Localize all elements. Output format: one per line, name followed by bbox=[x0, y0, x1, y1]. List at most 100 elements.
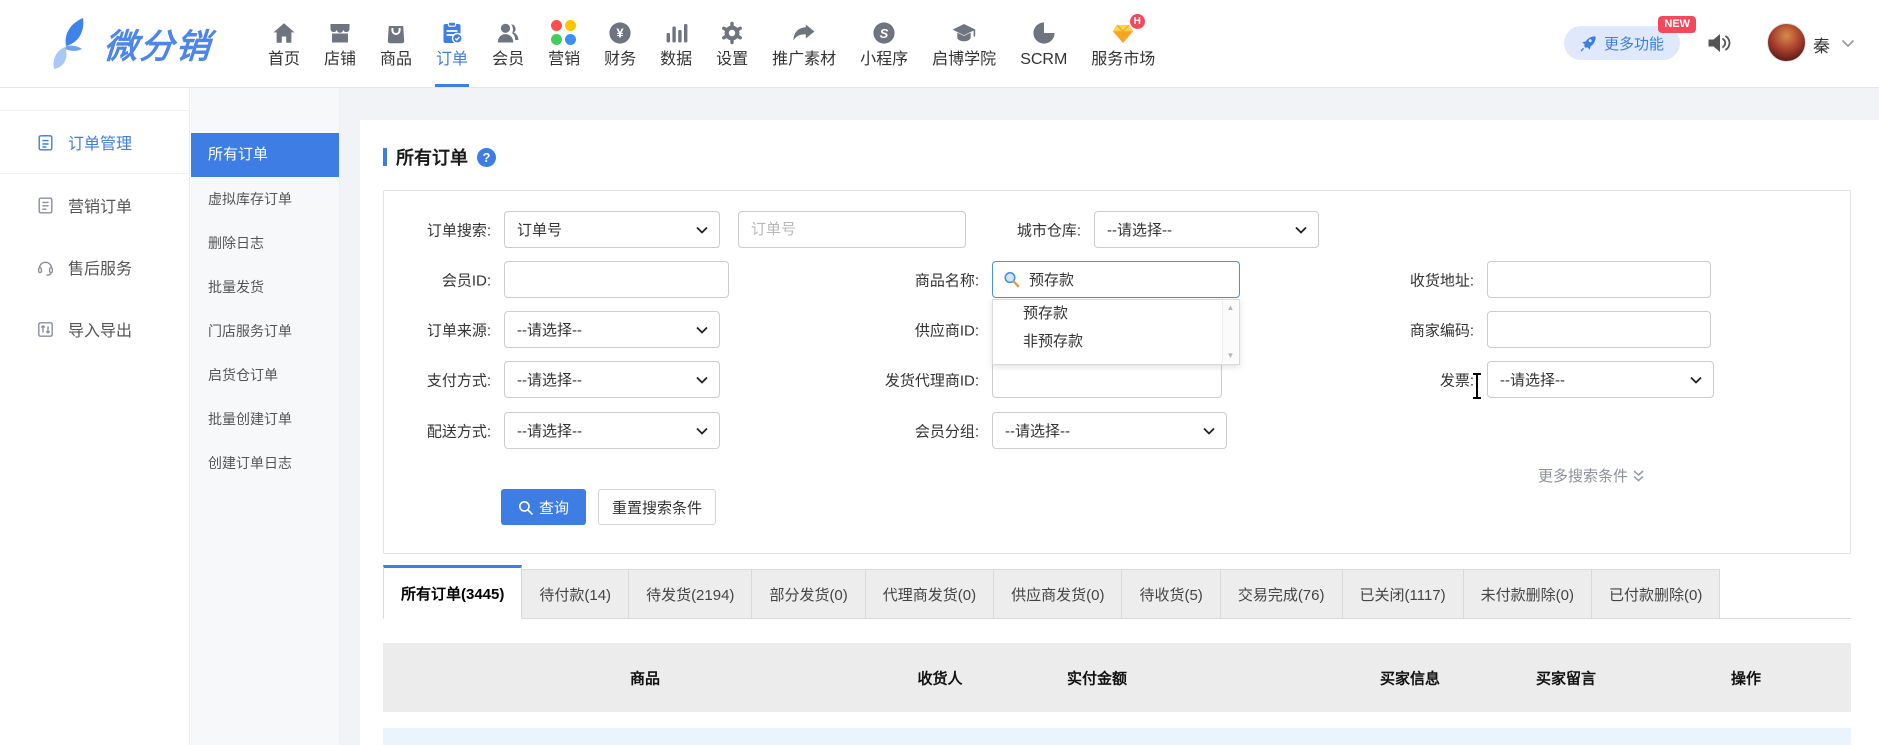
tab-all-orders[interactable]: 所有订单(3445) bbox=[383, 565, 522, 619]
nav-items: 首页 店铺 商品 bbox=[256, 0, 1167, 87]
order-no-input[interactable] bbox=[738, 211, 966, 248]
more-search-label: 更多搜索条件 bbox=[1538, 465, 1628, 486]
nav-item-promo-material[interactable]: 推广素材 bbox=[760, 0, 848, 87]
delivery-method-value: --请选择-- bbox=[517, 420, 582, 441]
member-id-input[interactable] bbox=[504, 261, 729, 298]
reset-button-label: 重置搜索条件 bbox=[612, 497, 702, 518]
tab-unpaid-deleted[interactable]: 未付款删除(0) bbox=[1463, 569, 1592, 618]
nav-item-academy[interactable]: 启博学院 bbox=[920, 0, 1008, 87]
submenu-item-batch-create-orders[interactable]: 批量创建订单 bbox=[191, 397, 339, 441]
nav-item-settings[interactable]: 设置 bbox=[704, 0, 760, 87]
more-search-conditions-link[interactable]: 更多搜索条件 bbox=[1538, 465, 1645, 486]
nav-item-store[interactable]: 店铺 bbox=[312, 0, 368, 87]
nav-item-marketing[interactable]: 营销 bbox=[536, 0, 592, 87]
graduation-cap-icon bbox=[951, 20, 978, 47]
order-search-type-select[interactable]: 订单号 bbox=[504, 211, 720, 248]
submenu-item-batch-shipping[interactable]: 批量发货 bbox=[191, 265, 339, 309]
submenu-item-qihuo-warehouse-orders[interactable]: 启货仓订单 bbox=[191, 353, 339, 397]
sidebar-item-marketing-orders[interactable]: 营销订单 bbox=[0, 174, 189, 236]
nav-item-scrm[interactable]: SCRM bbox=[1008, 0, 1079, 87]
member-id-field: 会员ID: bbox=[504, 261, 729, 298]
data-icon bbox=[663, 20, 690, 47]
tab-supplier-shipment[interactable]: 供应商发货(0) bbox=[993, 569, 1122, 618]
tab-agent-shipment[interactable]: 代理商发货(0) bbox=[865, 569, 994, 618]
nav-item-finance[interactable]: ¥ 财务 bbox=[592, 0, 648, 87]
home-icon bbox=[271, 20, 298, 47]
city-warehouse-value: --请选择-- bbox=[1107, 219, 1172, 240]
product-name-label: 商品名称: bbox=[915, 269, 979, 290]
submenu-item-store-service-orders[interactable]: 门店服务订单 bbox=[191, 309, 339, 353]
tab-paid-deleted[interactable]: 已付款删除(0) bbox=[1591, 569, 1720, 618]
help-icon[interactable]: ? bbox=[477, 148, 496, 167]
sidebar-item-import-export[interactable]: 导入导出 bbox=[0, 298, 189, 360]
product-name-value: 预存款 bbox=[1029, 269, 1074, 290]
merchant-code-input[interactable] bbox=[1487, 311, 1711, 348]
member-group-value: --请选择-- bbox=[1005, 420, 1070, 441]
nav-item-service-market[interactable]: H 服务市场 bbox=[1079, 0, 1167, 87]
dropdown-scrollbar[interactable]: ▲ ▼ bbox=[1222, 301, 1238, 363]
submenu-item-delete-log[interactable]: 删除日志 bbox=[191, 221, 339, 265]
dropdown-option[interactable]: 非预存款 bbox=[993, 328, 1239, 356]
page-title: 所有订单 ? bbox=[383, 144, 496, 170]
gem-icon: H bbox=[1110, 20, 1137, 47]
member-icon bbox=[495, 20, 522, 47]
more-features-label: 更多功能 bbox=[1604, 33, 1664, 54]
submenu-item-virtual-stock-orders[interactable]: 虚拟库存订单 bbox=[191, 177, 339, 221]
sidebar-item-label: 营销订单 bbox=[68, 193, 132, 217]
reset-search-button[interactable]: 重置搜索条件 bbox=[598, 489, 716, 525]
nav-item-miniprogram[interactable]: S 小程序 bbox=[848, 0, 920, 87]
tab-pending-shipment[interactable]: 待发货(2194) bbox=[628, 569, 752, 618]
ship-agent-field: 发货代理商ID: bbox=[992, 361, 1222, 398]
tab-pending-receipt[interactable]: 待收货(5) bbox=[1121, 569, 1220, 618]
brand-logo[interactable]: 微分销 bbox=[52, 16, 212, 70]
yen-symbol: ¥ bbox=[616, 26, 624, 41]
scroll-down-icon[interactable]: ▼ bbox=[1227, 349, 1235, 363]
order-status-tabs: 所有订单(3445) 待付款(14) 待发货(2194) 部分发货(0) 代理商… bbox=[383, 565, 1851, 619]
sidebar-item-order-management[interactable]: 订单管理 bbox=[0, 110, 189, 174]
nav-item-orders[interactable]: 订单 bbox=[424, 0, 480, 87]
delivery-method-select[interactable]: --请选择-- bbox=[504, 412, 720, 449]
tab-closed[interactable]: 已关闭(1117) bbox=[1342, 569, 1464, 618]
pay-method-value: --请选择-- bbox=[517, 369, 582, 390]
sidebar-item-label: 订单管理 bbox=[68, 130, 132, 154]
delivery-method-label: 配送方式: bbox=[427, 420, 491, 441]
city-warehouse-select[interactable]: --请选择-- bbox=[1094, 211, 1319, 248]
receive-address-label: 收货地址: bbox=[1410, 269, 1474, 290]
product-name-input[interactable]: 预存款 bbox=[992, 261, 1240, 298]
nav-item-goods[interactable]: 商品 bbox=[368, 0, 424, 87]
nav-item-data[interactable]: 数据 bbox=[648, 0, 704, 87]
submenu-item-all-orders[interactable]: 所有订单 bbox=[191, 133, 339, 177]
pay-method-select[interactable]: --请选择-- bbox=[504, 361, 720, 398]
nav-item-members[interactable]: 会员 bbox=[480, 0, 536, 87]
order-source-select[interactable]: --请选择-- bbox=[504, 311, 720, 348]
query-button-label: 查询 bbox=[539, 497, 569, 518]
username[interactable]: 秦 bbox=[1813, 32, 1830, 57]
submenu-item-create-order-log[interactable]: 创建订单日志 bbox=[191, 441, 339, 485]
nav-label: 推广素材 bbox=[772, 52, 836, 68]
product-name-field: 商品名称: 预存款 预存款 非预存款 ▲ ▼ bbox=[992, 261, 1240, 298]
sidebar-item-after-sales[interactable]: 售后服务 bbox=[0, 236, 189, 298]
tab-completed[interactable]: 交易完成(76) bbox=[1220, 569, 1343, 618]
user-menu-chevron-down-icon[interactable] bbox=[1841, 39, 1855, 48]
more-features-button[interactable]: 更多功能 NEW bbox=[1564, 26, 1680, 60]
tab-partial-shipment[interactable]: 部分发货(0) bbox=[751, 569, 865, 618]
nav-label: 首页 bbox=[268, 52, 300, 68]
tab-pending-payment[interactable]: 待付款(14) bbox=[521, 569, 629, 618]
clipboard-icon bbox=[36, 133, 55, 152]
content-panel: 所有订单 ? 订单搜索: 订单号 城市仓库: --请选择-- bbox=[360, 120, 1879, 745]
query-button[interactable]: 查询 bbox=[501, 489, 586, 525]
user-avatar[interactable] bbox=[1767, 23, 1806, 62]
city-warehouse-label: 城市仓库: bbox=[1017, 219, 1081, 240]
merchant-code-field: 商家编码: bbox=[1487, 311, 1711, 348]
nav-item-home[interactable]: 首页 bbox=[256, 0, 312, 87]
ship-agent-input[interactable] bbox=[992, 361, 1222, 398]
member-group-select[interactable]: --请选择-- bbox=[992, 412, 1227, 449]
invoice-label: 发票: bbox=[1440, 369, 1474, 390]
pay-method-field: 支付方式: --请选择-- bbox=[504, 361, 720, 398]
receive-address-input[interactable] bbox=[1487, 261, 1711, 298]
announcement-speaker-icon[interactable] bbox=[1705, 29, 1733, 57]
invoice-select[interactable]: --请选择-- bbox=[1487, 361, 1714, 398]
scroll-up-icon[interactable]: ▲ bbox=[1227, 301, 1235, 315]
delivery-method-field: 配送方式: --请选择-- bbox=[504, 412, 720, 449]
dropdown-option[interactable]: 预存款 bbox=[993, 300, 1239, 328]
